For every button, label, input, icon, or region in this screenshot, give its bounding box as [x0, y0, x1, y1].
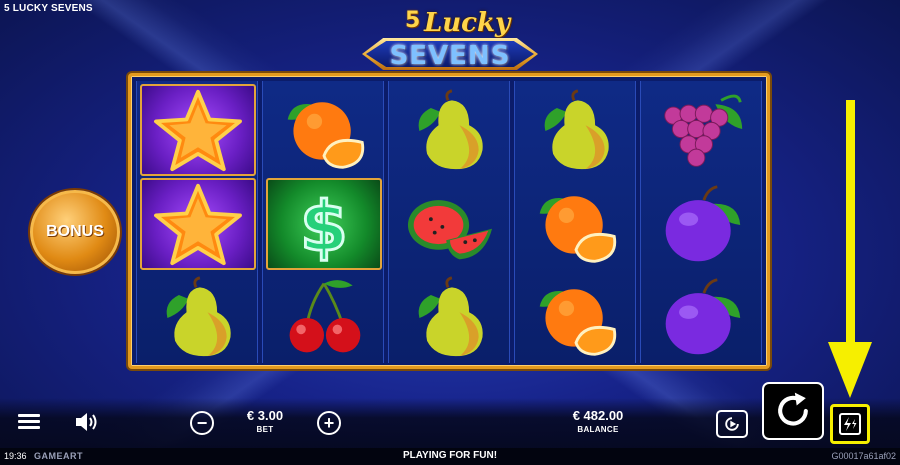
bet-value: € 3.00	[246, 408, 284, 423]
bet-label: BET	[256, 425, 274, 434]
symbol-watermelon	[392, 178, 508, 270]
reel-1	[136, 81, 258, 363]
symbol-pear	[140, 271, 256, 363]
highlight-arrow-shaft	[846, 100, 855, 348]
highlight-arrow-head	[828, 342, 872, 398]
pear-icon	[166, 276, 231, 357]
orange-icon	[539, 289, 617, 356]
symbol-plum	[644, 178, 760, 270]
pear-icon	[418, 276, 483, 357]
symbol-star	[140, 84, 256, 176]
pear-icon	[544, 89, 609, 170]
balance-value: € 482.00	[572, 408, 624, 423]
symbol-plum	[644, 271, 760, 363]
autoplay-icon	[725, 417, 739, 431]
pear-icon	[418, 89, 483, 170]
increase-bet-button[interactable]: +	[317, 411, 341, 435]
symbol-pear	[392, 84, 508, 176]
reels-frame: $	[128, 73, 770, 369]
orange-icon	[539, 196, 617, 263]
dollar-icon: $	[299, 185, 350, 267]
reel-4	[514, 81, 636, 363]
game-id: G00017a61af02	[831, 451, 896, 461]
plum-icon	[665, 185, 741, 262]
star-icon	[154, 89, 242, 172]
svg-text:$: $	[300, 187, 348, 267]
symbol-cherries	[266, 271, 382, 363]
logo-lucky-text: Lucky	[424, 8, 511, 38]
logo-sevens-text: SEVENS	[389, 41, 511, 71]
spin-icon	[778, 392, 808, 426]
cherries-icon	[289, 280, 361, 353]
symbol-orange	[266, 84, 382, 176]
play-mode-status: PLAYING FOR FUN!	[402, 450, 498, 461]
symbol-pear	[392, 271, 508, 363]
spin-button[interactable]	[762, 382, 824, 440]
watermelon-icon	[407, 200, 493, 260]
symbol-grapes	[644, 84, 760, 176]
reel-5	[640, 81, 762, 363]
reel-2: $	[262, 81, 384, 363]
bonus-button[interactable]: BONUS	[30, 190, 120, 274]
symbol-pear	[518, 84, 634, 176]
plum-icon	[665, 278, 741, 355]
symbol-dollar: $	[266, 178, 382, 270]
decrease-bet-button[interactable]: −	[190, 411, 214, 435]
window-title: 5 LUCKY SEVENS	[4, 3, 93, 14]
sound-icon[interactable]	[74, 410, 100, 434]
symbol-orange	[518, 178, 634, 270]
bonus-label: BONUS	[46, 223, 104, 240]
menu-icon[interactable]	[18, 414, 40, 430]
lightning-icon	[839, 413, 861, 435]
symbol-star	[140, 178, 256, 270]
reel-3	[388, 81, 510, 363]
game-logo: 5 Lucky SEVENS	[362, 8, 538, 72]
turbo-button[interactable]	[830, 404, 870, 444]
orange-icon	[287, 102, 365, 169]
minus-icon: −	[196, 413, 208, 433]
plus-icon: +	[323, 413, 335, 433]
game-stage: 5 LUCKY SEVENS 5 Lucky SEVENS BONUS $ − …	[0, 0, 900, 465]
logo-number: 5	[405, 8, 421, 33]
balance-label: BALANCE	[577, 425, 619, 434]
grapes-icon	[664, 94, 743, 167]
symbol-orange	[518, 271, 634, 363]
autoplay-button[interactable]	[716, 410, 748, 438]
star-icon	[154, 183, 242, 266]
